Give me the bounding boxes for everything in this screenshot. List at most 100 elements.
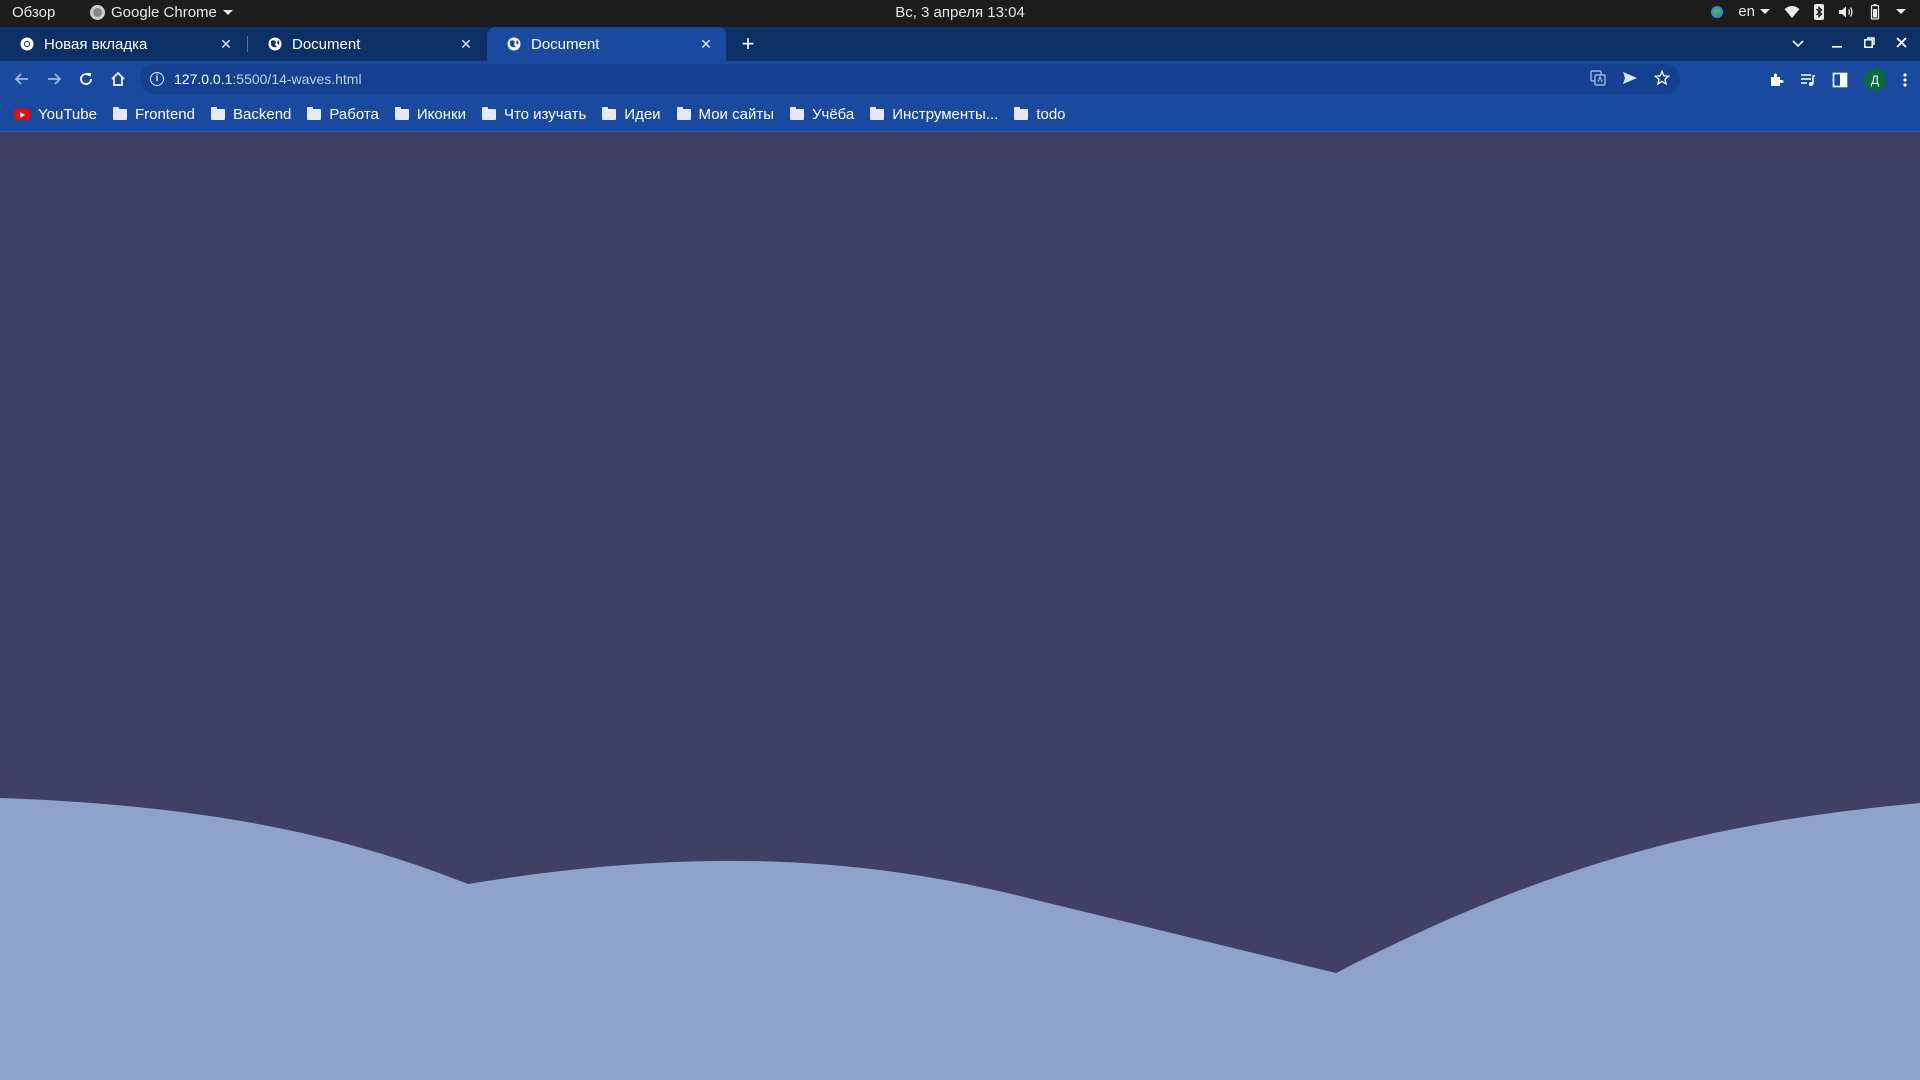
app-menu[interactable]: Google Chrome	[90, 4, 233, 21]
bookmark-folder-icons[interactable]: Иконки	[394, 106, 466, 123]
tab-document[interactable]: Document ✕	[248, 27, 486, 61]
media-control-icon[interactable]	[1800, 72, 1816, 88]
tab-document-active[interactable]: Document ✕	[487, 27, 726, 61]
app-name: Google Chrome	[111, 4, 217, 21]
globe-status-icon[interactable]	[1710, 5, 1724, 19]
bookmark-folder-tools[interactable]: Инструменты...	[870, 106, 998, 123]
bluetooth-icon[interactable]	[1814, 3, 1824, 20]
bookmark-folder-todo[interactable]: todo	[1014, 106, 1066, 123]
bookmark-folder-work[interactable]: Работа	[307, 106, 379, 123]
clock-container: Вс, 3 апреля 13:04	[0, 4, 1920, 21]
restore-icon	[1863, 37, 1875, 48]
folder-icon	[307, 107, 322, 120]
bookmark-label: Работа	[329, 106, 379, 123]
tab-new-tab[interactable]: Новая вкладка ✕	[0, 27, 246, 61]
close-icon[interactable]: ✕	[218, 36, 234, 53]
wave-graphic	[0, 798, 1920, 1080]
url-path: :5500/14-waves.html	[232, 71, 362, 87]
profile-avatar[interactable]: Д	[1864, 68, 1886, 91]
wifi-icon[interactable]	[1784, 5, 1800, 19]
folder-icon	[211, 107, 225, 120]
tab-search-button[interactable]	[1786, 27, 1810, 61]
minimize-icon	[1832, 46, 1842, 48]
clock[interactable]: Вс, 3 апреля 13:04	[895, 4, 1025, 21]
back-button[interactable]	[8, 65, 36, 93]
chrome-icon	[20, 37, 34, 51]
restore-button[interactable]	[1857, 27, 1881, 61]
chevron-down-icon	[222, 10, 233, 15]
reload-button[interactable]	[72, 65, 100, 93]
page-content	[0, 133, 1920, 1080]
bookmark-label: Мои сайты	[698, 106, 774, 123]
close-icon[interactable]: ✕	[458, 36, 474, 53]
minimize-button[interactable]	[1825, 27, 1849, 61]
send-icon[interactable]	[1622, 70, 1638, 86]
extensions-icon[interactable]	[1768, 72, 1784, 88]
bookmark-folder-frontend[interactable]: Frontend	[112, 106, 195, 123]
folder-icon	[870, 107, 885, 120]
bookmark-folder-ideas[interactable]: Идеи	[602, 106, 661, 123]
arrow-right-icon	[48, 73, 62, 85]
desktop-screen: Обзор Google Chrome Вс, 3 апреля 13:04 e…	[0, 0, 1920, 1080]
side-panel-icon[interactable]	[1832, 72, 1848, 88]
language-indicator[interactable]: en	[1738, 3, 1770, 20]
bookmark-folder-to-learn[interactable]: Что изучать	[481, 106, 587, 123]
youtube-icon	[14, 109, 30, 120]
bookmark-label: Инструменты...	[892, 106, 999, 123]
close-window-button[interactable]	[1889, 27, 1913, 61]
bookmark-label: todo	[1036, 106, 1066, 123]
browser-toolbar: i 127.0.0.1:5500/14-waves.html Д	[0, 61, 1920, 98]
home-icon	[111, 71, 125, 86]
star-icon[interactable]	[1654, 70, 1670, 86]
arrow-left-icon	[14, 73, 28, 85]
language-label: en	[1738, 3, 1755, 20]
bookmark-label: YouTube	[38, 106, 97, 123]
bookmark-youtube[interactable]: YouTube	[14, 106, 97, 123]
toolbar-actions: Д	[1768, 61, 1908, 98]
omnibox-actions	[1590, 70, 1670, 86]
system-top-bar: Обзор Google Chrome Вс, 3 апреля 13:04 e…	[0, 0, 1920, 27]
folder-icon	[789, 107, 804, 120]
system-tray[interactable]: en	[1710, 3, 1906, 20]
reload-icon	[80, 73, 92, 85]
tab-title: Document	[531, 35, 600, 53]
new-tab-button[interactable]: +	[738, 27, 758, 61]
chrome-icon	[90, 5, 105, 20]
close-icon	[1895, 37, 1907, 48]
url-host: 127.0.0.1	[174, 71, 233, 87]
bookmark-label: Учёба	[811, 106, 855, 123]
bookmark-folder-my-sites[interactable]: Мои сайты	[676, 106, 774, 123]
translate-icon[interactable]	[1590, 70, 1606, 86]
folder-icon	[394, 107, 409, 120]
chevron-down-icon	[1792, 40, 1804, 48]
chevron-down-icon	[1760, 9, 1770, 14]
tab-strip: Новая вкладка ✕ Document ✕ Document ✕	[0, 27, 1920, 61]
bookmark-label: Идеи	[624, 106, 661, 123]
activities-button[interactable]: Обзор	[12, 4, 55, 21]
bookmark-folder-study[interactable]: Учёба	[789, 106, 855, 123]
globe-icon	[268, 37, 282, 51]
battery-icon[interactable]	[1868, 3, 1882, 20]
url-text[interactable]: 127.0.0.1:5500/14-waves.html	[174, 71, 362, 87]
close-icon[interactable]: ✕	[698, 36, 714, 53]
folder-icon	[481, 107, 496, 120]
folder-icon	[1014, 107, 1029, 120]
bookmark-label: Backend	[233, 106, 292, 123]
info-icon[interactable]: i	[150, 72, 164, 86]
bookmark-label: Что изучать	[503, 106, 587, 123]
tab-title: Новая вкладка	[44, 35, 148, 53]
wave-shape	[0, 798, 1920, 1080]
folder-icon	[112, 107, 127, 120]
forward-button[interactable]	[40, 65, 68, 93]
bookmarks-bar: YouTube Frontend Backend Работа Иконки Ч…	[0, 98, 1920, 132]
folder-icon	[602, 107, 617, 120]
volume-icon[interactable]	[1838, 5, 1854, 19]
home-button[interactable]	[104, 65, 132, 93]
bookmark-label: Иконки	[416, 106, 466, 123]
chevron-down-icon[interactable]	[1896, 9, 1906, 14]
bookmark-folder-backend[interactable]: Backend	[211, 106, 291, 123]
address-bar[interactable]: i 127.0.0.1:5500/14-waves.html	[140, 64, 1680, 94]
menu-dots-icon[interactable]	[1902, 72, 1908, 88]
bookmark-label: Frontend	[134, 106, 195, 123]
globe-icon	[507, 37, 521, 51]
